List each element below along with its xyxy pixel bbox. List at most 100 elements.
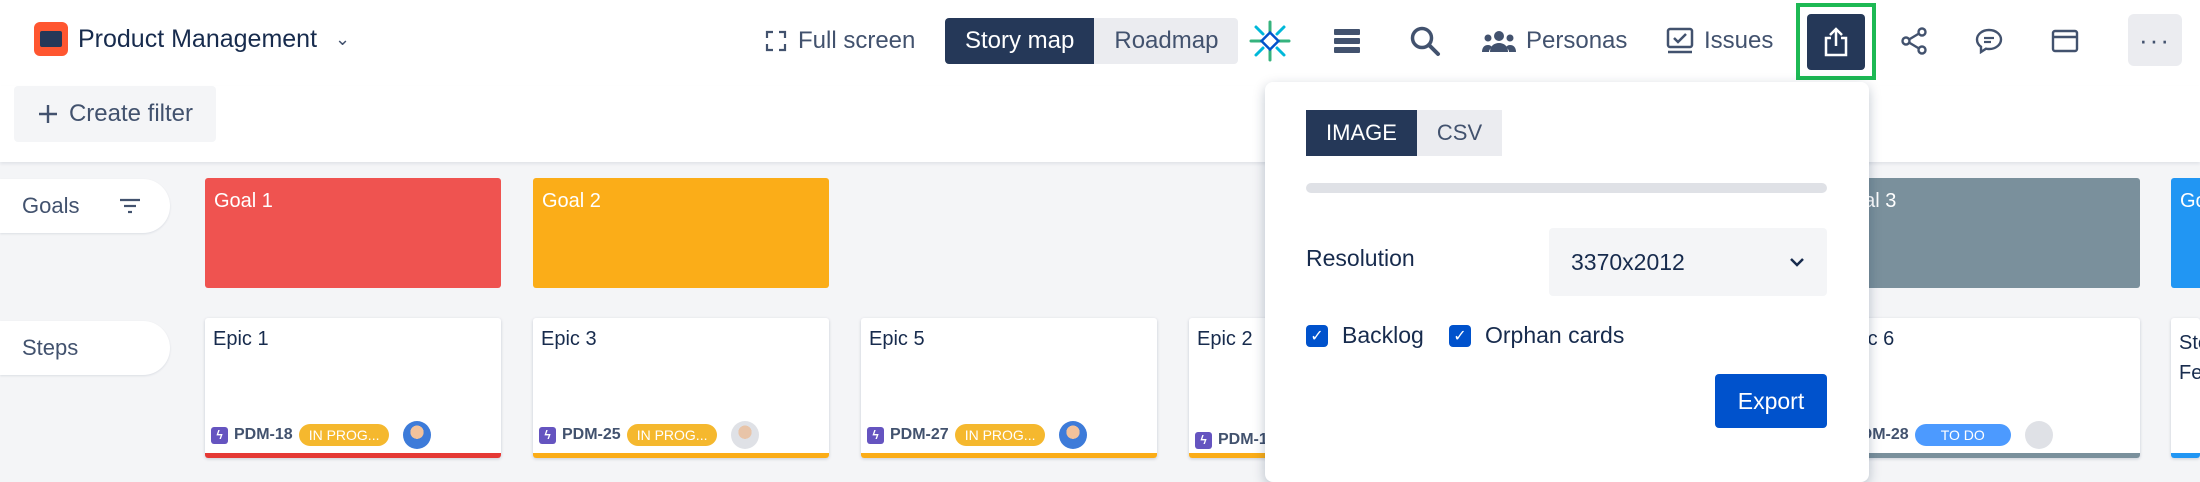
- list-icon: [1334, 29, 1360, 53]
- feedback-button[interactable]: [1965, 18, 2013, 64]
- view-switcher: Story map Roadmap: [945, 18, 1239, 64]
- export-popup: IMAGE CSV Resolution 3370x2012 ✓ Backlog…: [1265, 82, 1869, 482]
- epic-title: Epic 2: [1197, 328, 1253, 350]
- project-selector[interactable]: Product Management ⌄: [34, 22, 350, 56]
- project-logo-icon: [34, 22, 68, 56]
- create-filter-button[interactable]: Create filter: [14, 86, 216, 142]
- resolution-select[interactable]: 3370x2012: [1549, 228, 1827, 296]
- goal-card[interactable]: Goal 2: [533, 178, 829, 288]
- tab-csv[interactable]: CSV: [1416, 110, 1503, 156]
- epic-meta: ϟ PDM-1: [1195, 431, 1268, 449]
- epic-key: PDM-25: [562, 426, 621, 443]
- export-progress-bar: [1306, 183, 1827, 193]
- filter-bar: [0, 86, 2200, 162]
- issues-icon: [1666, 27, 1694, 54]
- epic-card[interactable]: Ste Fe: [2171, 318, 2200, 458]
- resolution-value: 3370x2012: [1571, 248, 1685, 275]
- epic-color-bar: [205, 453, 501, 458]
- epic-card[interactable]: pic 6 PDM-28 TO DO: [1844, 318, 2140, 458]
- personas-icon: [1482, 31, 1516, 52]
- unassigned-avatar-icon: [2024, 421, 2053, 449]
- epic-type-icon: ϟ: [1195, 431, 1212, 449]
- backlog-checkbox[interactable]: ✓ Backlog: [1306, 322, 1424, 349]
- goals-label: Goals: [22, 193, 80, 218]
- steps-label: Steps: [22, 335, 79, 360]
- issues-button[interactable]: Issues: [1666, 18, 1773, 64]
- more-button[interactable]: ···: [2128, 14, 2182, 66]
- app-sparkle-icon: [1249, 20, 1291, 62]
- epic-color-bar: [533, 453, 829, 458]
- epic-type-icon: ϟ: [211, 426, 228, 444]
- issues-label: Issues: [1704, 27, 1774, 54]
- orphan-cards-label: Orphan cards: [1485, 322, 1625, 348]
- status-badge: IN PROG...: [626, 424, 718, 446]
- top-bar: Product Management ⌄ Full screen Story m…: [0, 0, 2200, 86]
- epic-title: Epic 5: [869, 328, 925, 350]
- export-submit-button[interactable]: Export: [1715, 374, 1827, 428]
- goals-row-header[interactable]: Goals: [0, 179, 170, 233]
- panel-button[interactable]: [2041, 18, 2089, 64]
- search-icon: [1410, 26, 1440, 56]
- epic-color-bar: [2171, 453, 2200, 458]
- goal-title: Goal 2: [542, 190, 601, 212]
- epic-title: Epic 3: [541, 328, 597, 350]
- full-screen-icon: [765, 30, 787, 52]
- goal-card[interactable]: oal 3: [1844, 178, 2140, 288]
- search-button[interactable]: [1401, 18, 1449, 64]
- backlog-label: Backlog: [1342, 322, 1424, 348]
- epic-title: Ste: [2179, 332, 2200, 354]
- tab-roadmap[interactable]: Roadmap: [1094, 18, 1239, 64]
- tab-story-map[interactable]: Story map: [945, 18, 1095, 64]
- steps-row-header[interactable]: Steps: [0, 321, 170, 375]
- app-logo-button[interactable]: [1246, 18, 1294, 64]
- goal-card[interactable]: Goal 1: [205, 178, 501, 288]
- tab-image[interactable]: IMAGE: [1306, 110, 1417, 156]
- epic-card[interactable]: Epic 3 ϟ PDM-25 IN PROG...: [533, 318, 829, 458]
- personas-label: Personas: [1526, 27, 1628, 54]
- window-icon: [2051, 29, 2079, 53]
- orphan-cards-checkbox[interactable]: ✓ Orphan cards: [1449, 322, 1624, 349]
- epic-color-bar: [861, 453, 1157, 458]
- epic-meta: ϟ PDM-25 IN PROG...: [539, 421, 760, 449]
- goal-title: Goal 1: [214, 190, 273, 212]
- create-filter-label: Create filter: [68, 100, 194, 127]
- epic-title: Epic 1: [213, 328, 269, 350]
- filter-icon[interactable]: [119, 197, 141, 215]
- epic-card[interactable]: Epic 5 ϟ PDM-27 IN PROG...: [861, 318, 1157, 458]
- goal-title: Go: [2180, 190, 2200, 212]
- avatar: [731, 421, 760, 449]
- epic-key: PDM-18: [234, 426, 293, 443]
- chevron-down-icon: ⌄: [335, 28, 351, 49]
- epic-meta: ϟ PDM-18 IN PROG...: [211, 421, 432, 449]
- list-view-button[interactable]: [1323, 18, 1371, 64]
- status-badge: TO DO: [1914, 424, 2011, 446]
- epic-key: PDM-1: [1218, 431, 1268, 448]
- status-badge: IN PROG...: [298, 424, 390, 446]
- epic-meta: ϟ PDM-27 IN PROG...: [867, 421, 1088, 449]
- epic-card[interactable]: Epic 1 ϟ PDM-18 IN PROG...: [205, 318, 501, 458]
- epic-type-icon: ϟ: [539, 426, 556, 444]
- personas-button[interactable]: Personas: [1482, 18, 1627, 64]
- plus-icon: [38, 105, 57, 123]
- export-button[interactable]: [1796, 3, 1876, 80]
- epic-meta: PDM-28 TO DO: [1850, 421, 2053, 449]
- share-upload-icon: [1824, 26, 1848, 56]
- epic-subtitle: Fe: [2179, 362, 2200, 384]
- more-dots-icon: ···: [2139, 24, 2171, 55]
- full-screen-button[interactable]: Full screen: [764, 18, 915, 64]
- project-name: Product Management: [78, 24, 318, 53]
- checkbox-checked-icon: ✓: [1449, 324, 1471, 347]
- epic-type-icon: ϟ: [867, 426, 884, 444]
- chat-icon: [1975, 28, 2003, 54]
- goal-card[interactable]: Go: [2171, 178, 2200, 288]
- epic-color-bar: [1844, 453, 2140, 458]
- epic-key: PDM-27: [890, 426, 949, 443]
- share-icon: [1901, 27, 1927, 55]
- chevron-down-icon: [1790, 258, 1804, 267]
- full-screen-label: Full screen: [798, 27, 916, 54]
- status-badge: IN PROG...: [954, 424, 1046, 446]
- resolution-label: Resolution: [1306, 245, 1415, 271]
- export-format-tabs: IMAGE CSV: [1306, 110, 1503, 156]
- share-button[interactable]: [1890, 18, 1938, 64]
- checkbox-checked-icon: ✓: [1306, 324, 1328, 347]
